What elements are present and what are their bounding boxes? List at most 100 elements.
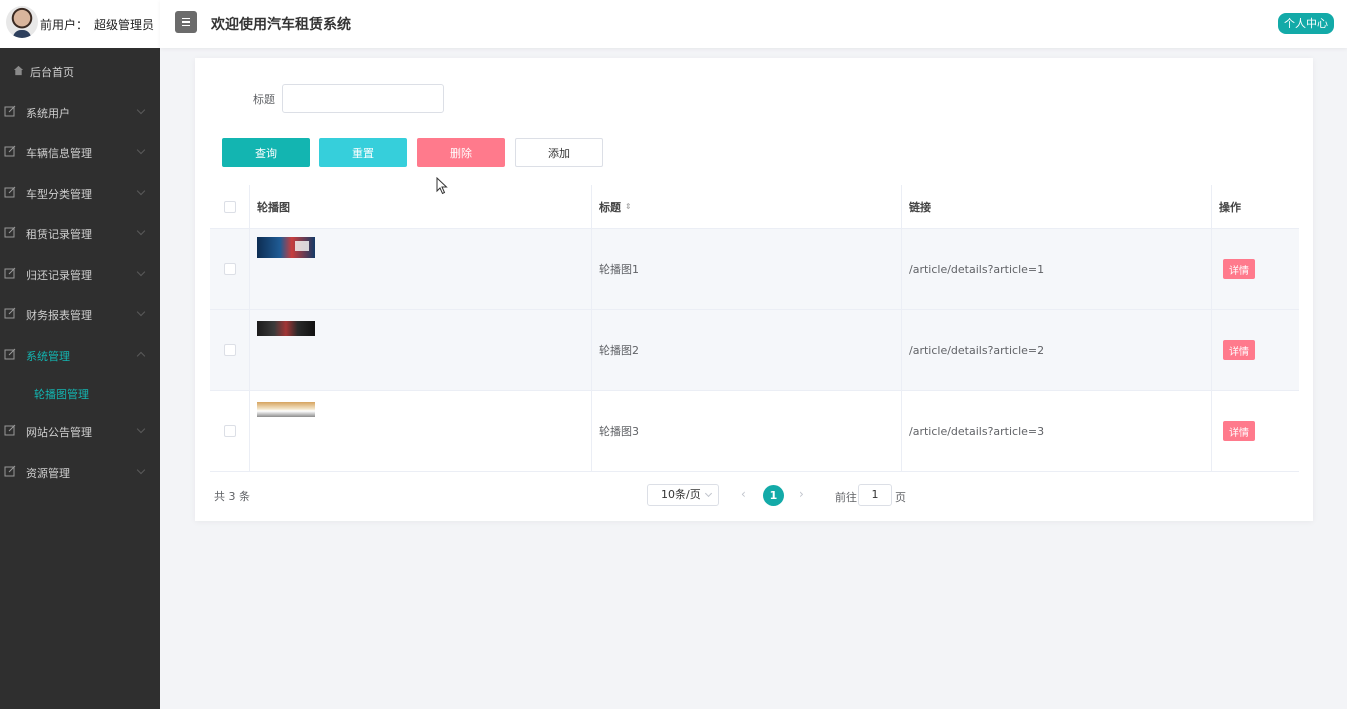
sidebar-item-vehicle-info[interactable]: 车辆信息管理 — [0, 133, 160, 174]
hamburger-icon — [182, 18, 190, 20]
row-check-cell — [210, 391, 250, 471]
edit-icon — [4, 186, 16, 197]
actions-cell: 详情 — [1212, 229, 1299, 309]
header-actions: 操作 — [1219, 200, 1241, 214]
sidebar-subitem-carousel[interactable]: 轮播图管理 — [0, 376, 160, 412]
title-cell: 轮播图1 — [592, 229, 902, 309]
next-page-button[interactable]: › — [799, 487, 804, 501]
sidebar-item-announcements[interactable]: 网站公告管理 — [0, 412, 160, 453]
prev-page-button[interactable]: ‹ — [741, 487, 746, 501]
sort-icon[interactable]: ⇕ — [625, 202, 632, 211]
sidebar-item-resources[interactable]: 资源管理 — [0, 453, 160, 494]
goto-page-input[interactable]: 1 — [858, 484, 892, 506]
row-check-cell — [210, 229, 250, 309]
image-cell — [250, 229, 592, 309]
reset-button[interactable]: 重置 — [319, 138, 407, 167]
image-cell — [250, 310, 592, 390]
mouse-cursor-icon — [436, 177, 448, 195]
avatar — [6, 6, 38, 38]
delete-button[interactable]: 删除 — [417, 138, 505, 167]
query-button[interactable]: 查询 — [222, 138, 310, 167]
content-card: 标题 查询 重置 删除 添加 轮播图 标题 ⇕ 链接 操作 轮播图1 /arti… — [195, 58, 1313, 521]
menu-toggle-button[interactable] — [175, 11, 197, 33]
sidebar-item-label: 车辆信息管理 — [26, 147, 92, 161]
edit-icon — [4, 424, 16, 436]
sidebar-item-label: 网站公告管理 — [26, 426, 92, 440]
carousel-thumbnail — [257, 402, 315, 417]
edit-icon — [4, 145, 16, 157]
edit-icon — [4, 267, 16, 278]
edit-icon — [4, 348, 16, 359]
chevron-down-icon — [136, 307, 146, 317]
hamburger-icon — [182, 21, 190, 23]
detail-button[interactable]: 详情 — [1223, 259, 1255, 279]
chevron-down-icon — [136, 226, 146, 236]
carousel-table: 轮播图 标题 ⇕ 链接 操作 轮播图1 /article/details?art… — [210, 185, 1299, 472]
title-cell: 轮播图3 — [592, 391, 902, 471]
goto-unit: 页 — [895, 491, 906, 504]
header-title[interactable]: 标题 ⇕ — [592, 185, 902, 228]
current-user-name: 超级管理员 — [94, 18, 155, 32]
personal-center-button[interactable]: 个人中心 — [1278, 13, 1334, 34]
chevron-down-icon — [136, 267, 146, 276]
sidebar-item-home[interactable]: 后台首页 — [0, 52, 160, 93]
sidebar-item-label: 系统管理 — [26, 349, 70, 363]
goto-label: 前往 — [835, 491, 857, 504]
header-image: 轮播图 — [250, 185, 592, 228]
sidebar-item-rental-records[interactable]: 租赁记录管理 — [0, 214, 160, 255]
home-icon — [13, 65, 24, 76]
table-header: 轮播图 标题 ⇕ 链接 操作 — [210, 185, 1299, 229]
sidebar-item-label: 财务报表管理 — [26, 309, 92, 323]
search-title-input[interactable] — [282, 84, 444, 113]
link-cell: /article/details?article=2 — [902, 310, 1212, 390]
page-size-select[interactable]: 10条/页 — [647, 484, 719, 506]
carousel-thumbnail — [257, 321, 315, 336]
sidebar-item-return-records[interactable]: 归还记录管理 — [0, 255, 160, 296]
page-number-current[interactable]: 1 — [763, 485, 784, 506]
table-row: 轮播图2 /article/details?article=2 详情 — [210, 310, 1299, 391]
user-info: 前用户： 超级管理员 — [0, 0, 160, 48]
actions-cell: 详情 — [1212, 310, 1299, 390]
chevron-down-icon — [136, 424, 146, 434]
actions-cell: 详情 — [1212, 391, 1299, 471]
chevron-down-icon — [136, 186, 146, 195]
carousel-thumbnail — [257, 237, 315, 258]
row-checkbox[interactable] — [223, 344, 236, 356]
header-check-cell — [210, 185, 250, 228]
link-cell: /article/details?article=3 — [902, 391, 1212, 471]
sidebar-item-system-users[interactable]: 系统用户 — [0, 93, 160, 134]
select-all-checkbox[interactable] — [223, 200, 236, 213]
sidebar-item-label: 车型分类管理 — [26, 187, 92, 201]
page-title: 欢迎使用汽车租赁系统 — [211, 17, 351, 33]
header-link: 链接 — [902, 185, 1212, 228]
sidebar-item-label: 归还记录管理 — [26, 268, 92, 282]
sidebar-item-financial-reports[interactable]: 财务报表管理 — [0, 295, 160, 336]
row-checkbox[interactable] — [223, 425, 236, 437]
edit-icon — [4, 226, 16, 238]
chevron-down-icon — [136, 105, 146, 114]
edit-icon — [4, 307, 16, 319]
row-checkbox[interactable] — [223, 263, 236, 275]
sidebar-item-system-management[interactable]: 系统管理 — [0, 336, 160, 377]
link-cell: /article/details?article=1 — [902, 229, 1212, 309]
search-title-label: 标题 — [253, 93, 275, 106]
header-title-label: 标题 — [599, 200, 621, 214]
sidebar-item-vehicle-category[interactable]: 车型分类管理 — [0, 174, 160, 215]
chevron-down-icon — [704, 489, 713, 498]
add-button[interactable]: 添加 — [515, 138, 603, 167]
sidebar: 前用户： 超级管理员 后台首页 系统用户 车辆信息管理 车型分类管理 租赁记录管理 — [0, 0, 160, 709]
chevron-down-icon — [136, 145, 146, 155]
sidebar-item-label: 租赁记录管理 — [26, 228, 92, 242]
chevron-up-icon — [136, 351, 146, 360]
detail-button[interactable]: 详情 — [1223, 421, 1255, 441]
current-user-prefix: 前用户： — [40, 18, 89, 32]
edit-icon — [4, 105, 16, 116]
title-cell: 轮播图2 — [592, 310, 902, 390]
image-cell — [250, 391, 592, 471]
sidebar-menu: 后台首页 系统用户 车辆信息管理 车型分类管理 租赁记录管理 归还记录管理 财务… — [0, 52, 160, 493]
table-row: 轮播图3 /article/details?article=3 详情 — [210, 391, 1299, 472]
sidebar-item-label: 后台首页 — [30, 66, 74, 80]
detail-button[interactable]: 详情 — [1223, 340, 1255, 360]
sidebar-item-label: 资源管理 — [26, 466, 70, 480]
top-header: 欢迎使用汽车租赁系统 个人中心 — [160, 0, 1347, 48]
